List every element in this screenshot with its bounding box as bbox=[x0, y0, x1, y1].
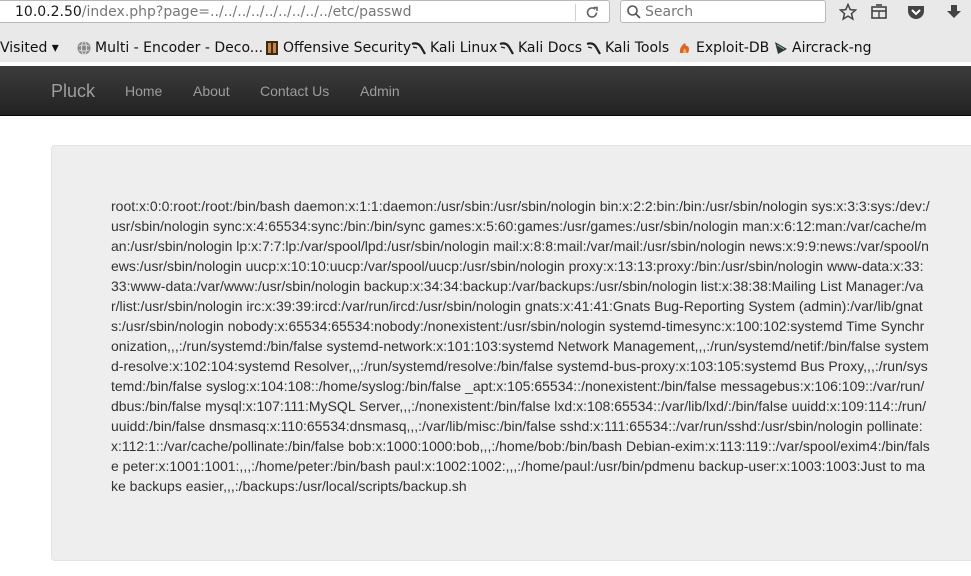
offsec-icon bbox=[264, 40, 280, 56]
search-icon bbox=[626, 4, 642, 20]
bookmark-label: Kali Docs bbox=[518, 40, 583, 56]
nav-about[interactable]: About bbox=[193, 83, 230, 99]
url-bar[interactable]: 10.0.2.50/index.php?page=../../../../../… bbox=[0, 0, 610, 23]
bookmark-aircrack-ng[interactable]: Aircrack-ng bbox=[773, 39, 872, 57]
kali-dragon-icon bbox=[499, 40, 515, 56]
site-navbar: Pluck Home About Contact Us Admin bbox=[0, 66, 971, 116]
bookmark-kali-tools[interactable]: Kali Tools bbox=[586, 39, 669, 57]
reading-list-icon[interactable] bbox=[867, 1, 891, 23]
bookmark-exploit-db[interactable]: Exploit-DB bbox=[677, 39, 769, 57]
exploit-db-icon bbox=[677, 40, 693, 56]
passwd-file-contents: root:x:0:0:root:/root:/bin/bash daemon:x… bbox=[111, 198, 930, 494]
content-well: root:x:0:0:root:/root:/bin/bash daemon:x… bbox=[51, 145, 971, 561]
bookmarks-toolbar: Visited ▾ Multi - Encoder - Deco... Offe… bbox=[0, 34, 971, 62]
search-bar[interactable]: Search bbox=[620, 0, 826, 23]
url-divider bbox=[575, 4, 576, 21]
bookmark-label: Visited ▾ bbox=[0, 40, 59, 56]
url-host: 10.0.2.50 bbox=[15, 4, 82, 20]
browser-toolbar: 10.0.2.50/index.php?page=../../../../../… bbox=[0, 0, 971, 24]
bookmark-label: Kali Tools bbox=[605, 40, 670, 56]
kali-dragon-icon bbox=[586, 40, 602, 56]
nav-contact-us[interactable]: Contact Us bbox=[260, 83, 329, 99]
bookmark-offensive-security[interactable]: Offensive Security bbox=[264, 39, 411, 57]
aircrack-icon bbox=[773, 40, 789, 56]
bookmark-label: Multi - Encoder - Deco... bbox=[95, 40, 264, 56]
toolbar-gap bbox=[0, 24, 971, 34]
bookmark-kali-docs[interactable]: Kali Docs bbox=[499, 39, 582, 57]
download-icon[interactable] bbox=[942, 1, 966, 23]
bookmark-label: Offensive Security bbox=[283, 40, 412, 56]
bookmark-label: Kali Linux bbox=[430, 40, 498, 56]
url-text[interactable]: 10.0.2.50/index.php?page=../../../../../… bbox=[15, 4, 412, 20]
bookmark-most-visited[interactable]: Visited ▾ bbox=[0, 39, 59, 57]
nav-admin[interactable]: Admin bbox=[360, 83, 400, 99]
nav-home[interactable]: Home bbox=[125, 83, 162, 99]
globe-icon bbox=[76, 40, 92, 56]
kali-dragon-icon bbox=[411, 40, 427, 56]
bookmark-label: Exploit-DB bbox=[696, 40, 770, 56]
site-brand[interactable]: Pluck bbox=[51, 81, 95, 102]
star-icon[interactable] bbox=[836, 1, 860, 23]
bookmark-multi-encoder[interactable]: Multi - Encoder - Deco... bbox=[76, 39, 263, 57]
bookmark-kali-linux[interactable]: Kali Linux bbox=[411, 39, 497, 57]
search-placeholder: Search bbox=[645, 4, 694, 20]
pocket-icon[interactable] bbox=[904, 1, 928, 23]
url-path: /index.php?page=../../../../../../../../… bbox=[81, 4, 412, 20]
bookmark-label: Aircrack-ng bbox=[792, 40, 872, 56]
reload-icon[interactable] bbox=[581, 3, 603, 22]
